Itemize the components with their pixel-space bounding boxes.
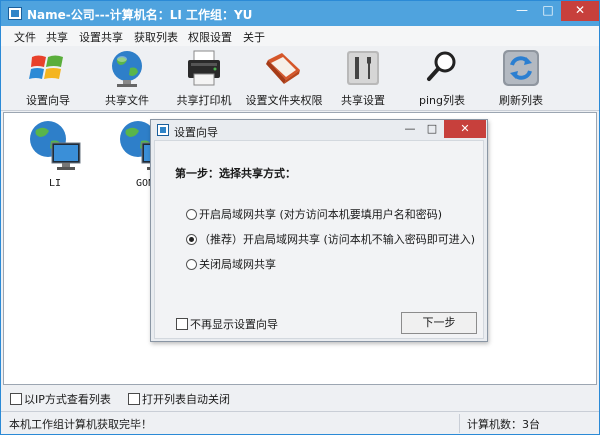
auto-close-option[interactable]: 打开列表自动关闭	[128, 391, 230, 407]
ping-list-label: ping列表	[419, 94, 465, 107]
dialog-body: 第一步：选择共享方式： 开启局域网共享 (对方访问本机要填用户名和密码) （推荐…	[154, 140, 484, 339]
share-file-label: 共享文件	[105, 94, 149, 107]
menu-share[interactable]: 共享	[46, 29, 68, 45]
tools-icon	[341, 48, 385, 88]
status-message: 本机工作组计算机获取完毕！	[9, 418, 152, 431]
app-icon	[8, 7, 22, 20]
step-heading: 第一步：选择共享方式：	[175, 167, 296, 180]
ip-view-checkbox[interactable]	[10, 393, 22, 405]
window-title: Name-公司---计算机名：LI 工作组：YU	[27, 8, 253, 22]
ip-view-label: 以IP方式查看列表	[24, 393, 111, 406]
share-option-password[interactable]: 开启局域网共享 (对方访问本机要填用户名和密码)	[186, 206, 442, 222]
auto-close-label: 打开列表自动关闭	[142, 393, 230, 406]
status-bar: 本机工作组计算机获取完毕！ 计算机数：3台	[1, 411, 599, 434]
folder-permission-button[interactable]: 设置文件夹权限	[245, 48, 323, 108]
computer-item[interactable]: LI	[24, 117, 86, 189]
dialog-maximize-button[interactable]: □	[421, 120, 443, 138]
next-button[interactable]: 下一步	[401, 312, 477, 334]
share-option-label: 关闭局域网共享	[199, 258, 276, 271]
folder-permission-label: 设置文件夹权限	[245, 94, 323, 107]
folder-permission-icon	[262, 48, 306, 88]
dialog-minimize-button[interactable]: —	[399, 120, 421, 138]
share-option-disable[interactable]: 关闭局域网共享	[186, 256, 276, 272]
printer-icon	[182, 48, 226, 88]
no-show-checkbox[interactable]	[176, 318, 188, 330]
dialog-app-icon	[157, 124, 169, 136]
refresh-list-label: 刷新列表	[499, 94, 543, 107]
minimize-button[interactable]: —	[509, 1, 535, 21]
toolbar: 设置向导 共享文件 共享打印机 设置文件夹权限 共享设置 ping列表 刷新列表	[1, 46, 599, 111]
dialog-title-bar[interactable]: 设置向导 — □ ✕	[151, 120, 487, 140]
share-printer-label: 共享打印机	[176, 94, 232, 107]
share-settings-button[interactable]: 共享设置	[334, 48, 392, 108]
menu-bar: 文件 共享 设置共享 获取列表 权限设置 关于	[1, 26, 599, 46]
auto-close-checkbox[interactable]	[128, 393, 140, 405]
share-printer-button[interactable]: 共享打印机	[171, 48, 237, 108]
computer-name: LI	[48, 178, 62, 189]
computer-count: 计算机数：3台	[467, 418, 540, 431]
share-option-label: 开启局域网共享 (对方访问本机要填用户名和密码)	[199, 208, 443, 221]
magnifier-icon	[420, 48, 464, 88]
menu-about[interactable]: 关于	[243, 29, 265, 45]
share-option-recommended[interactable]: （推荐）开启局域网共享 (访问本机不输入密码即可进入)	[186, 231, 475, 247]
menu-get-list[interactable]: 获取列表	[134, 29, 178, 45]
no-show-label: 不再显示设置向导	[190, 318, 278, 331]
menu-set-share[interactable]: 设置共享	[79, 29, 123, 45]
ping-list-button[interactable]: ping列表	[412, 48, 472, 108]
refresh-icon	[499, 48, 543, 88]
close-button[interactable]: ✕	[561, 1, 599, 21]
menu-file[interactable]: 文件	[14, 29, 36, 45]
wizard-button[interactable]: 设置向导	[17, 48, 79, 108]
options-bar: 以IP方式查看列表 打开列表自动关闭	[1, 387, 599, 409]
refresh-list-button[interactable]: 刷新列表	[492, 48, 550, 108]
ip-view-option[interactable]: 以IP方式查看列表	[10, 391, 111, 407]
radio-button-selected[interactable]	[186, 234, 197, 245]
dialog-title: 设置向导	[174, 126, 218, 139]
no-show-option[interactable]: 不再显示设置向导	[176, 316, 278, 332]
menu-permissions[interactable]: 权限设置	[188, 29, 232, 45]
status-separator	[459, 414, 460, 433]
share-file-button[interactable]: 共享文件	[96, 48, 158, 108]
dialog-close-button[interactable]: ✕	[444, 120, 486, 138]
network-computer-icon	[30, 121, 81, 170]
title-bar[interactable]: Name-公司---计算机名：LI 工作组：YU — □ ✕	[1, 1, 599, 26]
maximize-button[interactable]: □	[535, 1, 561, 21]
globe-icon	[105, 48, 149, 88]
radio-button[interactable]	[186, 209, 197, 220]
share-option-label: （推荐）开启局域网共享 (访问本机不输入密码即可进入)	[199, 233, 476, 246]
wizard-label: 设置向导	[26, 94, 70, 107]
windows-logo-icon	[26, 48, 70, 88]
radio-button[interactable]	[186, 259, 197, 270]
wizard-dialog: 设置向导 — □ ✕ 第一步：选择共享方式： 开启局域网共享 (对方访问本机要填…	[150, 119, 488, 342]
share-settings-label: 共享设置	[341, 94, 385, 107]
